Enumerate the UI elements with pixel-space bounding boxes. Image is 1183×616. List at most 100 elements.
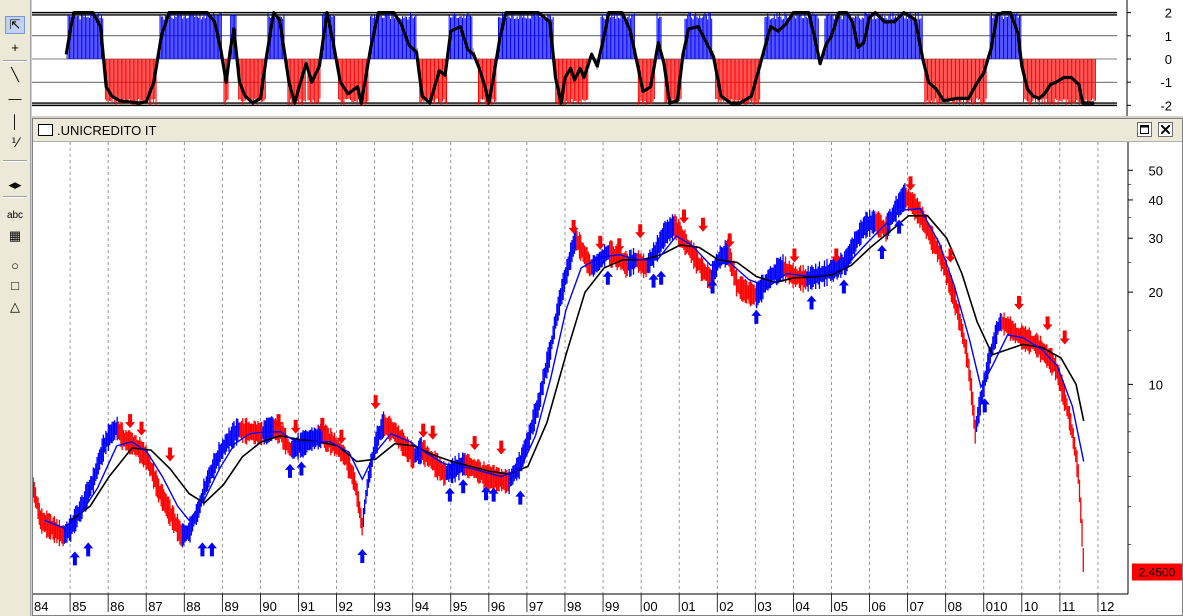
oscillator-bar (727, 59, 729, 100)
oscillator-bar (380, 14, 382, 59)
oscillator-bar (390, 19, 392, 59)
oscillator-bar (1086, 59, 1088, 102)
oscillator-bar (88, 17, 90, 59)
oscillator-tick-label: -2 (1160, 98, 1172, 113)
oscillator-bar (933, 59, 935, 102)
oscillator-bar (537, 14, 539, 59)
oscillator-bar (252, 59, 254, 101)
sell-signal-arrow (1042, 316, 1053, 331)
oscillator-bar (1029, 59, 1031, 106)
vertical-line-tool[interactable]: │ (5, 112, 25, 130)
oscillator-bar (887, 19, 889, 59)
oscillator-bar (122, 59, 124, 103)
oscillator-bar (827, 14, 829, 60)
crosshair-tool[interactable]: + (5, 38, 25, 56)
oscillator-bar (539, 16, 541, 59)
oscillator-bar (179, 15, 181, 60)
oscillator-bar (1094, 59, 1096, 101)
oscillator-bar (386, 12, 388, 59)
buy-signal-arrow (197, 542, 208, 557)
oscillator-bar (951, 59, 953, 100)
oscillator-bar (525, 18, 527, 59)
date-axis-label: 89 (224, 599, 238, 614)
date-axis-label: 94 (415, 599, 429, 614)
oscillator-bar (118, 59, 120, 101)
chart-window-titlebar[interactable]: .UNICREDITO IT (33, 119, 1182, 142)
oscillator-bar (541, 18, 543, 59)
oscillator-bar (859, 18, 861, 59)
oscillator-bar (911, 19, 913, 59)
oscillator-bar (505, 17, 507, 60)
fibonacci-tool[interactable]: ⅟ (5, 134, 25, 152)
oscillator-bar (693, 15, 695, 60)
horizontal-line-tool[interactable]: — (5, 89, 25, 107)
close-icon[interactable] (1158, 122, 1173, 137)
oscillator-bar (647, 59, 649, 103)
ellipse-tool[interactable]: ○ (5, 256, 25, 274)
restore-icon[interactable] (1137, 122, 1152, 137)
oscillator-bar (879, 17, 881, 60)
oscillator-bar (199, 15, 201, 60)
oscillator-bar (912, 17, 914, 59)
oscillator-bar (356, 59, 358, 105)
price-axis-label: 40 (1149, 193, 1163, 208)
oscillator-bar (772, 17, 774, 59)
oscillator-bar (398, 18, 400, 60)
oscillator-bar (523, 13, 525, 60)
oscillator-bar (351, 59, 353, 103)
pointer-tool[interactable]: ⇱ (5, 16, 25, 34)
sell-signal-arrow (1014, 295, 1025, 310)
date-axis-label: 08 (948, 599, 962, 614)
oscillator-bar (980, 59, 982, 105)
oscillator-bar (194, 17, 196, 59)
oscillator-bar (543, 16, 545, 59)
buy-signal-arrow (69, 551, 80, 566)
trendline-tool[interactable]: ╲ (5, 66, 25, 84)
oscillator-bar (1069, 59, 1071, 103)
oscillator-bar (195, 13, 197, 59)
oscillator-bar (392, 15, 394, 59)
sell-signal-arrow (1059, 330, 1070, 345)
oscillator-bar (1033, 59, 1035, 99)
oscillator-bar (788, 17, 790, 59)
oscillator-bar (391, 12, 393, 59)
text-tool[interactable]: abc (5, 206, 25, 224)
oscillator-bar (95, 19, 97, 59)
oscillator-bar (900, 15, 902, 59)
oscillator-bar (795, 18, 797, 59)
oscillator-bar (1049, 59, 1051, 105)
oscillator-bar (94, 13, 96, 60)
oscillator-bar (568, 59, 570, 104)
oscillator-bar (973, 59, 975, 104)
oscillator-bar (892, 12, 894, 59)
oscillator-bar (743, 59, 745, 102)
oscillator-bar (132, 59, 134, 105)
rectangle-tool[interactable]: □ (5, 276, 25, 294)
oscillator-bar (903, 16, 905, 59)
window-icon (38, 124, 53, 136)
oscillator-bar (581, 59, 583, 100)
buy-signal-arrow (602, 270, 613, 285)
oscillator-bar (981, 59, 983, 105)
oscillator-bar (671, 59, 673, 102)
oscillator-bar (791, 14, 793, 60)
oscillator-bar (80, 15, 82, 60)
table-tool[interactable]: ▦ (5, 227, 25, 245)
oscillator-bar (932, 59, 934, 105)
oscillator-bar (191, 14, 193, 59)
oscillator-bar (131, 59, 133, 106)
triangle-tool[interactable]: △ (5, 298, 25, 316)
scroll-tool[interactable]: ◂▸ (5, 176, 25, 194)
oscillator-bar (426, 59, 428, 102)
oscillator-bar (1008, 15, 1010, 59)
oscillator-bar (512, 15, 514, 60)
oscillator-bar (119, 59, 121, 104)
oscillator-bar (1006, 16, 1008, 59)
oscillator-bar (944, 59, 946, 104)
oscillator-bar (202, 17, 204, 59)
oscillator-bar (872, 19, 874, 59)
oscillator-bar (899, 19, 901, 59)
oscillator-bar (777, 16, 779, 59)
oscillator-bar (184, 15, 186, 60)
buy-signal-arrow (206, 542, 217, 557)
